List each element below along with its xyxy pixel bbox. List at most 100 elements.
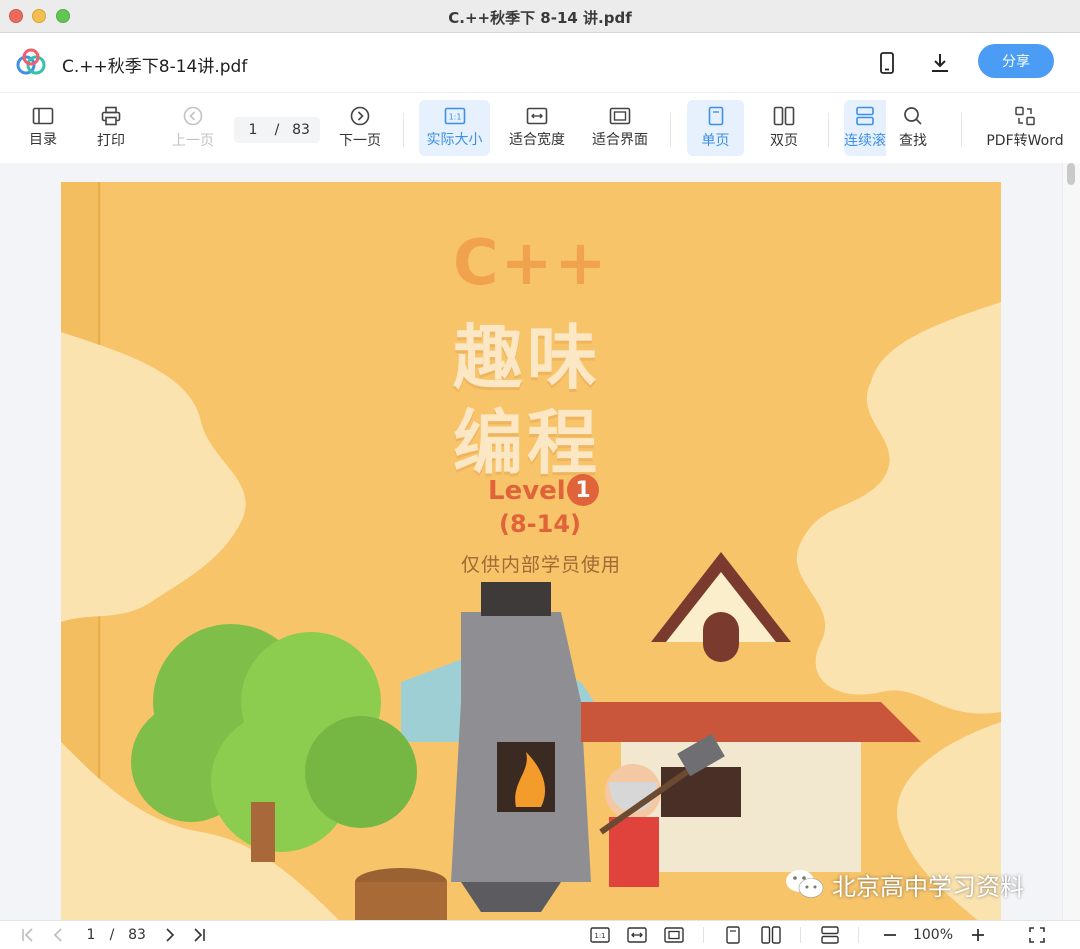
scrollbar-thumb[interactable] — [1067, 163, 1075, 185]
cover-range: (8-14) — [499, 510, 581, 538]
status-continuous-button[interactable] — [819, 926, 841, 944]
vertical-scrollbar[interactable] — [1062, 163, 1080, 920]
chevron-left-circle-icon — [183, 106, 203, 126]
toolbar-divider — [403, 113, 404, 147]
last-page-icon — [194, 928, 205, 942]
continuous-scroll-icon — [856, 106, 874, 126]
download-icon — [932, 54, 948, 72]
pdf-to-word-label: PDF转Word — [986, 133, 1064, 149]
chevron-left-icon — [53, 928, 62, 942]
first-page-icon — [22, 928, 33, 942]
toc-label: 目录 — [29, 132, 57, 148]
cover-level: Level — [488, 476, 566, 506]
cover-note: 仅供内部学员使用 — [461, 554, 622, 576]
status-fit-width-button[interactable] — [626, 926, 648, 944]
fit-window-button[interactable]: 适合界面 — [588, 100, 652, 156]
next-page-label: 下一页 — [339, 133, 381, 149]
status-divider — [703, 927, 704, 943]
svg-text:1:1: 1:1 — [594, 932, 605, 940]
status-divider — [800, 927, 801, 943]
actual-size-label: 实际大小 — [426, 132, 483, 148]
printer-icon — [101, 106, 121, 126]
document-title: C.++秋季下8-14讲.pdf — [62, 57, 248, 77]
status-page-separator: / — [109, 927, 115, 943]
double-page-icon — [761, 926, 781, 944]
print-button[interactable]: 打印 — [90, 100, 132, 156]
fit-window-icon — [664, 927, 684, 943]
share-button[interactable]: 分享 — [978, 44, 1054, 78]
prev-page-button[interactable]: 上一页 — [168, 100, 218, 156]
find-label: 查找 — [899, 133, 927, 149]
app-header: C.++秋季下8-14讲.pdf 分享 — [0, 33, 1080, 93]
cover-title-cpp: C++ — [453, 226, 609, 299]
zoom-level[interactable]: 100% — [908, 926, 958, 944]
status-bar: 1 / 83 1:1 100% — [0, 920, 1080, 949]
sidebar-toc-icon — [32, 107, 54, 125]
wechat-icon — [786, 870, 824, 898]
toolbar-divider — [828, 113, 829, 147]
fit-window-label: 适合界面 — [592, 132, 648, 148]
current-page-input[interactable]: 1 — [234, 122, 272, 138]
page-number-box: 1 / 83 — [234, 117, 320, 143]
pdf-to-word-button[interactable]: PDF转Word — [980, 100, 1070, 156]
first-page-button[interactable] — [18, 926, 38, 944]
status-divider — [858, 927, 859, 943]
convert-icon — [1015, 106, 1035, 126]
zoom-in-button[interactable] — [968, 926, 988, 944]
print-label: 打印 — [97, 133, 125, 149]
search-icon — [904, 107, 922, 125]
toolbar-divider — [961, 113, 962, 147]
status-current-page[interactable]: 1 — [80, 926, 102, 944]
continuous-scroll-label: 连续滚 — [844, 133, 886, 149]
status-fit-window-button[interactable] — [663, 926, 685, 944]
continuous-scroll-button[interactable]: 连续滚 — [844, 100, 886, 156]
toolbar-divider — [670, 113, 671, 147]
fit-width-button[interactable]: 适合宽度 — [505, 100, 569, 156]
last-page-button[interactable] — [189, 926, 209, 944]
cover-title-line3: 编程 — [453, 402, 601, 484]
phone-icon — [880, 52, 894, 74]
svg-text:1:1: 1:1 — [448, 113, 461, 122]
plus-icon — [972, 929, 984, 941]
chevron-right-icon — [166, 928, 175, 942]
next-page-small-button[interactable] — [160, 926, 180, 944]
single-page-icon — [726, 926, 740, 944]
next-page-button[interactable]: 下一页 — [335, 100, 385, 156]
window-title: C.++秋季下 8-14 讲.pdf — [448, 9, 632, 27]
toc-button[interactable]: 目录 — [22, 100, 64, 156]
actual-size-button[interactable]: 1:1 实际大小 — [419, 100, 490, 156]
fullscreen-icon — [1029, 927, 1045, 943]
page-separator: / — [274, 122, 280, 138]
double-page-icon — [773, 106, 795, 126]
total-pages: 83 — [292, 122, 310, 138]
watermark-text: 北京高中学习资料 — [832, 872, 1024, 901]
minus-icon — [884, 934, 896, 936]
app-logo-icon — [16, 48, 46, 75]
watermark: 北京高中学习资料 — [784, 863, 1024, 905]
pdf-page: C++ 趣味 编程 Level 1 (8-14) 仅供内部学员使用 — [61, 182, 1001, 920]
window-titlebar: C.++秋季下 8-14 讲.pdf — [0, 0, 1080, 33]
document-viewer[interactable]: C++ 趣味 编程 Level 1 (8-14) 仅供内部学员使用 北京高中学习… — [0, 163, 1080, 920]
find-button[interactable]: 查找 — [891, 100, 935, 156]
single-page-button[interactable]: 单页 — [687, 100, 744, 156]
actual-size-icon: 1:1 — [590, 927, 610, 943]
single-page-icon — [708, 106, 723, 126]
double-page-button[interactable]: 双页 — [760, 100, 808, 156]
mobile-transfer-button[interactable] — [873, 49, 901, 77]
status-single-page-button[interactable] — [723, 926, 743, 944]
toolbar: 目录 打印 上一页 1 / 83 下一页 1:1 实际大小 适合宽度 适合界面 … — [0, 93, 1080, 163]
prev-page-small-button[interactable] — [48, 926, 68, 944]
chevron-right-circle-icon — [350, 106, 370, 126]
status-total-pages: 83 — [128, 927, 146, 943]
continuous-scroll-icon — [821, 926, 839, 944]
status-double-page-button[interactable] — [760, 926, 782, 944]
download-button[interactable] — [926, 49, 954, 77]
double-page-label: 双页 — [770, 133, 798, 149]
fit-width-icon — [627, 927, 647, 943]
zoom-out-button[interactable] — [880, 926, 900, 944]
cover-level-badge: 1 — [567, 474, 599, 506]
status-actual-size-button[interactable]: 1:1 — [589, 926, 611, 944]
actual-size-icon: 1:1 — [444, 107, 465, 125]
fullscreen-button[interactable] — [1026, 926, 1048, 944]
prev-page-label: 上一页 — [172, 133, 214, 149]
